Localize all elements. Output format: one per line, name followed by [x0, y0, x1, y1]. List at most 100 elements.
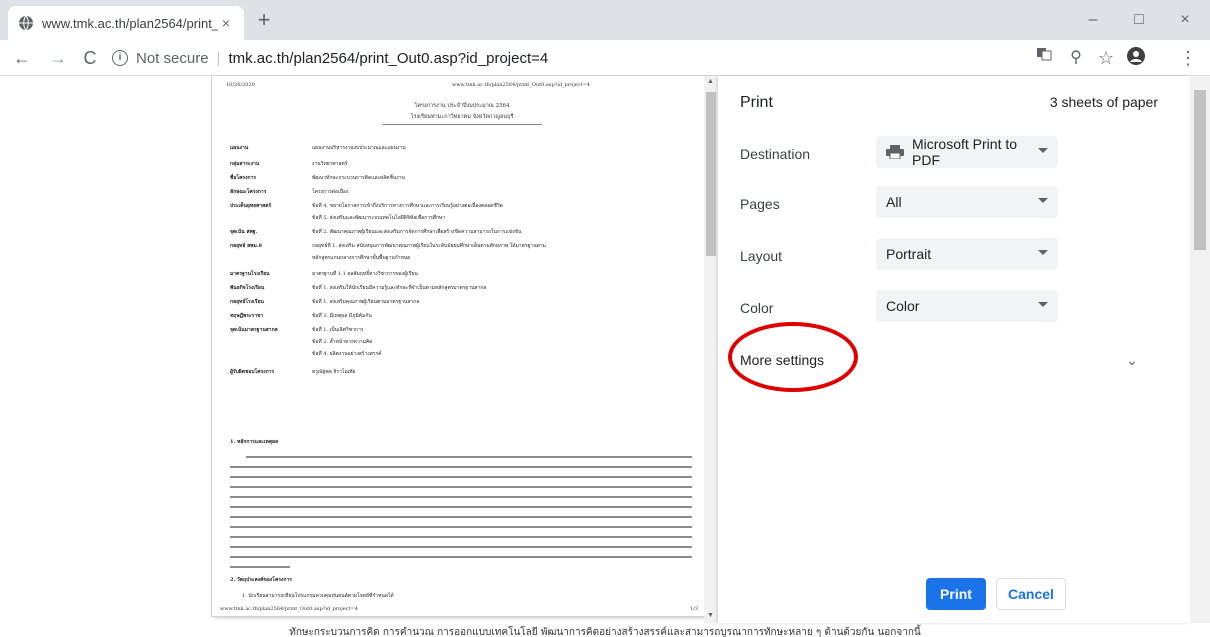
- page-scroll-thumb[interactable]: [1194, 90, 1206, 250]
- sheet-count: 3 sheets of paper: [1049, 94, 1158, 110]
- browser-toolbar: ← → C i Not secure | tmk.ac.th/plan2564/…: [0, 40, 1210, 76]
- print-title: Print: [740, 94, 773, 111]
- omnibox-separator: |: [216, 49, 221, 67]
- globe-icon: [18, 15, 34, 31]
- maximize-button[interactable]: □: [1116, 0, 1162, 40]
- tab-title: www.tmk.ac.th/plan2564/print_O: [42, 15, 218, 31]
- field-value: ข้อที่ 2. พัฒนาคุณภาพผู้เรียนและส่งเสริม…: [312, 229, 522, 235]
- content-area: 10/26/2020 www.tmk.ac.th/plan2564/print_…: [0, 76, 1210, 637]
- paragraph-text-line: [230, 546, 692, 548]
- field-value: ข้อที่ 1. เป็นเลิศวิชาการ: [312, 327, 364, 333]
- field-value: งานวิทยาศาสตร์: [312, 161, 348, 167]
- pages-value: All: [886, 194, 902, 210]
- dropdown-caret-icon: [1038, 250, 1048, 255]
- field-value: ข้อที่ 3. มีเหตุผล มีภูมิคุ้มกัน: [312, 313, 372, 319]
- field-label: ผู้รับผิดชอบโครงการ: [230, 369, 275, 375]
- layout-select[interactable]: Portrait: [876, 238, 1058, 270]
- browser-tab[interactable]: www.tmk.ac.th/plan2564/print_O ×: [8, 6, 244, 40]
- color-value: Color: [886, 298, 920, 314]
- page-footer-url: www.tmk.ac.th/plan2564/print_Out0.asp?id…: [220, 606, 358, 612]
- field-value: ข้อที่ 5. ส่งเสริมและพัฒนาระบบเทคโนโลยีด…: [312, 215, 446, 221]
- field-value: กลยุทธ์ที่ 1. ส่งเสริม สนับสนุนการพัฒนาค…: [312, 243, 546, 249]
- field-label: ประเด็นยุทธศาสตร์: [230, 203, 272, 209]
- field-label: กลยุทธ์โรงเรียน: [230, 299, 264, 305]
- field-value: มาตรฐานที่ 1.1 ผลสัมฤทธิ์ทางวิชาการของผู…: [312, 271, 418, 277]
- field-label: จุดเน้น สพฐ.: [230, 229, 258, 235]
- destination-label: Destination: [740, 146, 811, 162]
- field-value: ข้อที่ 1. ส่งเสริมคุณภาพผู้เรียนตามมาตรฐ…: [312, 299, 420, 305]
- field-value: โครงการต่อเนื่อง: [312, 189, 349, 195]
- field-label: พันธกิจโรงเรียน: [230, 285, 265, 291]
- profile-icon[interactable]: [1124, 46, 1148, 70]
- field-value: แผนงานบริหารงานงบประมาณและแผนงาน: [312, 145, 406, 151]
- color-select[interactable]: Color: [876, 290, 1058, 322]
- destination-value: Microsoft Print to PDF: [912, 136, 1018, 168]
- field-label: ทฤษฎีพระราชา: [230, 313, 264, 319]
- close-window-button[interactable]: ×: [1162, 0, 1208, 40]
- field-label: แผนงาน: [230, 145, 249, 151]
- page-title-line2: โรงเรียนท่ามะกาวิทยาคม จังหวัดกาญจนบุรี: [410, 114, 514, 120]
- paragraph-text-line: [246, 456, 692, 458]
- dropdown-caret-icon: [1038, 148, 1048, 153]
- tab-close-icon[interactable]: ×: [218, 15, 234, 31]
- back-button[interactable]: ←: [10, 46, 34, 70]
- page-date: 10/26/2020: [226, 82, 255, 88]
- field-label: กลยุทธ์ สพม.8: [230, 243, 262, 249]
- destination-select[interactable]: Microsoft Print to PDF: [876, 136, 1058, 168]
- highlight-circle: [728, 322, 858, 392]
- layout-value: Portrait: [886, 246, 932, 262]
- background-page-text: ทักษะกระบวนการคิด การคำนวณ การออกแบบเทคโ…: [289, 627, 921, 637]
- zoom-icon[interactable]: ⚲: [1064, 46, 1088, 70]
- paragraph-text-line: [246, 516, 692, 518]
- paragraph-text-line: [230, 506, 692, 508]
- preview-scrollbar[interactable]: ▲ ▼: [704, 76, 718, 623]
- preview-page: 10/26/2020 www.tmk.ac.th/plan2564/print_…: [212, 76, 712, 616]
- printer-icon: [886, 145, 904, 160]
- color-label: Color: [740, 300, 774, 316]
- field-label: ลักษณะโครงการ: [230, 189, 267, 195]
- bookmark-star-icon[interactable]: ☆: [1094, 46, 1118, 70]
- chevron-down-icon[interactable]: ⌄: [1126, 352, 1138, 369]
- field-label: มาตรฐานโรงเรียน: [230, 271, 270, 277]
- field-value: ข้อที่ 4. ขยายโอกาสการเข้าถึงบริการทางกา…: [312, 203, 503, 209]
- info-icon[interactable]: i: [112, 50, 128, 66]
- field-label: ชื่อโครงการ: [230, 175, 257, 181]
- field-value: ข้อที่ 2. ล้ำหน้าทางความคิด: [312, 339, 373, 345]
- scroll-down-icon[interactable]: ▼: [707, 612, 714, 619]
- forward-button[interactable]: →: [46, 46, 70, 70]
- field-value: หลักสูตรแกนกลางการศึกษาขั้นพื้นฐานกำหนด: [312, 255, 411, 261]
- new-tab-button[interactable]: +: [252, 9, 276, 33]
- security-label: Not secure: [136, 49, 209, 67]
- page-footer-number: 1/3: [690, 606, 699, 612]
- paragraph-text-line: [230, 566, 290, 568]
- cancel-button[interactable]: Cancel: [996, 578, 1066, 610]
- print-settings-panel: Print 3 sheets of paper Destination Micr…: [718, 76, 1190, 623]
- page-scrollbar[interactable]: [1190, 76, 1210, 623]
- url-text[interactable]: tmk.ac.th/plan2564/print_Out0.asp?id_pro…: [228, 50, 548, 67]
- layout-label: Layout: [740, 248, 783, 264]
- title-rule: [382, 124, 542, 125]
- field-value: ข้อที่ 1. ส่งเสริมให้นักเรียนมีความรู้แล…: [312, 285, 487, 291]
- minimize-button[interactable]: –: [1070, 0, 1116, 40]
- field-value: พัฒนาทักษะกระบวนการคิดและผลิตชิ้นงาน: [312, 175, 405, 181]
- page-header-url: www.tmk.ac.th/plan2564/print_Out0.asp?id…: [452, 82, 590, 88]
- preview-scroll-thumb[interactable]: [706, 92, 716, 256]
- paragraph-text-line: [230, 496, 692, 498]
- paragraph-text-line: [230, 476, 692, 478]
- reload-button[interactable]: C: [78, 46, 102, 70]
- menu-icon[interactable]: ⋮: [1176, 46, 1200, 70]
- field-label: กลุ่มสาระงาน: [230, 161, 260, 167]
- print-preview-area: 10/26/2020 www.tmk.ac.th/plan2564/print_…: [0, 76, 718, 623]
- paragraph-text-line: [230, 556, 692, 558]
- tab-strip: www.tmk.ac.th/plan2564/print_O × + – □ ×: [0, 0, 1210, 40]
- translate-icon[interactable]: [1032, 46, 1056, 70]
- paragraph-text-line: [230, 486, 692, 488]
- print-button[interactable]: Print: [926, 578, 986, 610]
- page-title-line1: โครงการงาน ประจำปีงบประมาณ 2564: [414, 103, 510, 109]
- pages-label: Pages: [740, 196, 780, 212]
- dropdown-caret-icon: [1038, 198, 1048, 203]
- field-label: จุดเน้นมาตรฐานสากล: [230, 327, 278, 333]
- scroll-up-icon[interactable]: ▲: [707, 78, 714, 85]
- address-bar[interactable]: i Not secure | tmk.ac.th/plan2564/print_…: [112, 46, 1012, 70]
- pages-select[interactable]: All: [876, 186, 1058, 218]
